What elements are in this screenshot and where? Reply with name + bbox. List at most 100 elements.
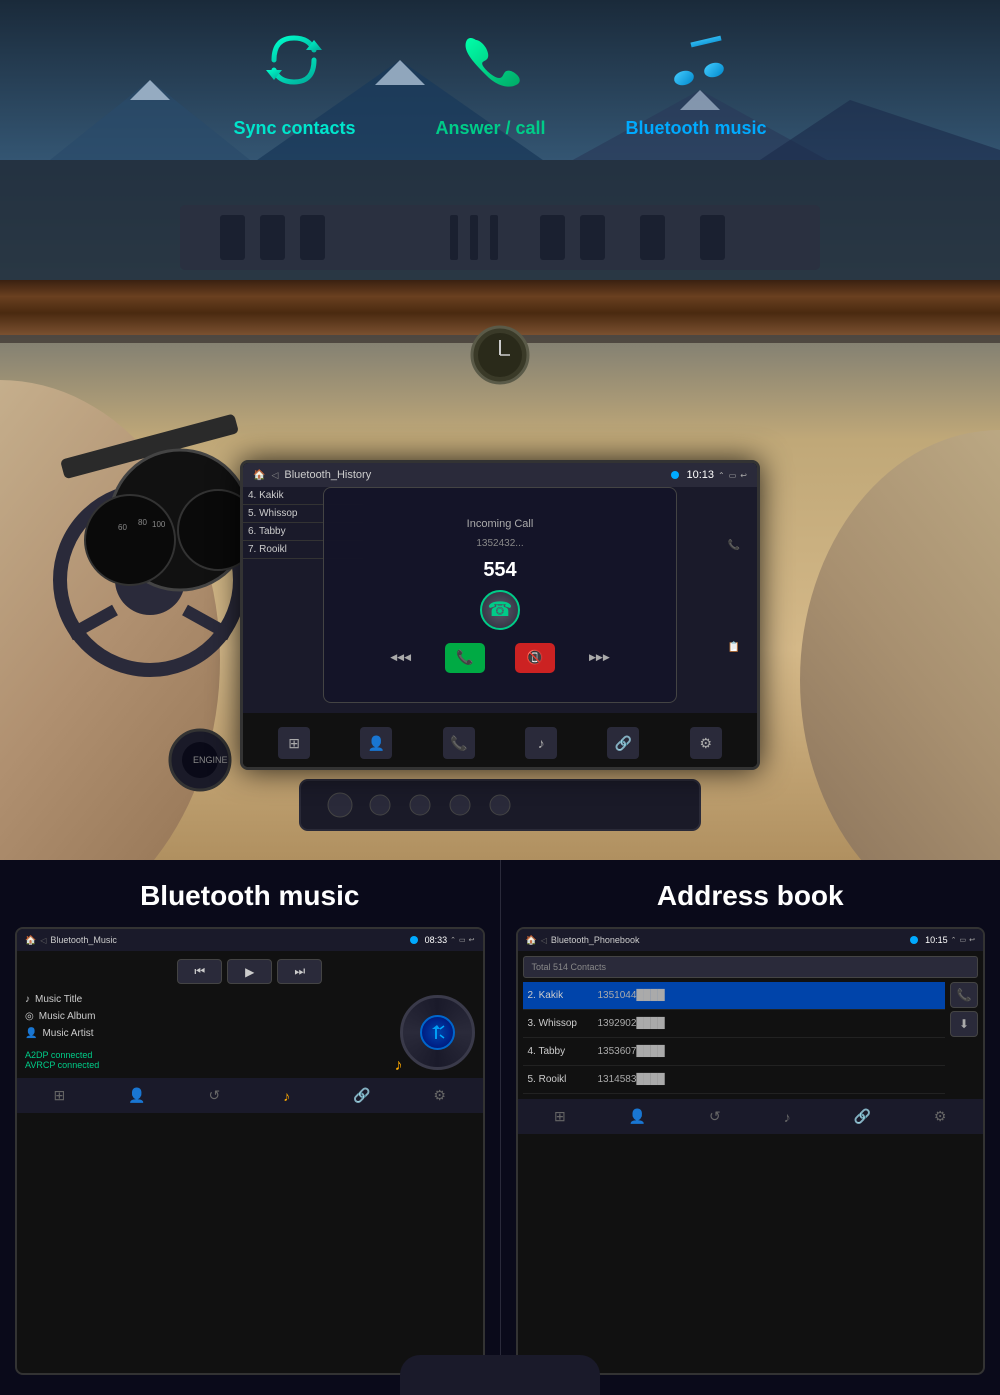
contact-row-5[interactable]: 5. Rooikl 1314583████ <box>523 1066 946 1094</box>
sync-contacts-feature: Sync contacts <box>233 20 355 139</box>
contacts-count-text: Total 514 Contacts <box>532 962 607 972</box>
addr-status-bar: 🏠 ◁ Bluetooth_Phonebook 10:15 ⌃ ▭ ↩ <box>518 929 984 951</box>
answer-call-label: Answer / call <box>435 118 545 139</box>
swipe-left-hint: ◀◀◀ <box>390 652 411 663</box>
contact-action-buttons: 📞 ⬇ <box>950 982 978 1094</box>
contact-number-2: 1351044████ <box>598 990 941 1001</box>
transport-controls: ⏮ ▶ ⏭ <box>25 959 475 984</box>
addr-mode: ▭ <box>960 936 967 944</box>
hu-link-btn[interactable]: 🔗 <box>607 727 639 759</box>
hu-settings-btn[interactable]: ⚙ <box>690 727 722 759</box>
screen-bt-icon: ◁ <box>271 470 278 481</box>
side-icon-2: 📋 <box>728 642 740 653</box>
svg-text:80: 80 <box>138 518 147 527</box>
screen-back-icon: ↩ <box>740 471 747 480</box>
play-pause-btn[interactable]: ▶ <box>227 959 272 984</box>
contacts-container: 2. Kakik 1351044████ 3. Whissop 1392902█… <box>523 982 979 1094</box>
car-screen: 🏠 ◁ Bluetooth_History 10:13 ⌃ ▭ ↩ 4. Kak… <box>243 463 757 713</box>
call-contact-icon: 📞 <box>957 988 972 1002</box>
prev-icon: ⏮ <box>194 964 205 979</box>
svg-text:100: 100 <box>152 520 166 529</box>
bt-music-home-icon: 🏠 <box>25 935 36 946</box>
music-info-row: ♪ Music Title ◎ Music Album 👤 Music Arti… <box>25 994 475 1070</box>
nav-link-icon[interactable]: 🔗 <box>353 1087 370 1104</box>
contacts-search[interactable]: Total 514 Contacts <box>523 956 979 978</box>
contact-row-2[interactable]: 2. Kakik 1351044████ <box>523 982 946 1010</box>
bottom-bump <box>400 1355 600 1395</box>
addr-nav-link[interactable]: 🔗 <box>854 1108 871 1125</box>
call-action-buttons: ◀◀◀ 📞 📵 ▶▶▶ <box>390 643 610 673</box>
addr-back: ↩ <box>969 936 975 944</box>
music-album-item: ◎ Music Album <box>25 1011 99 1022</box>
contact-name-4: 4. Tabby <box>528 1046 598 1057</box>
call-contact-btn[interactable]: 📞 <box>950 982 978 1008</box>
contact-name-5: 5. Rooikl <box>528 1074 598 1085</box>
side-icon-1: 📞 <box>728 540 740 551</box>
bt-music-nav-bar: ⊞ 👤 ↺ ♪ 🔗 ⚙ <box>17 1078 483 1113</box>
music-artist-item: 👤 Music Artist <box>25 1028 99 1039</box>
music-icon <box>656 20 736 110</box>
sync-icon <box>254 20 334 110</box>
addr-home-icon: 🏠 <box>526 935 537 946</box>
sync-contacts-label: Sync contacts <box>233 118 355 139</box>
feature-icons-container: Sync contacts Answer / call <box>0 20 1000 139</box>
music-artist-text: Music Artist <box>42 1028 93 1039</box>
hu-phone-btn[interactable]: 📞 <box>443 727 475 759</box>
nav-person-icon[interactable]: 👤 <box>128 1087 145 1104</box>
addr-nav-settings[interactable]: ⚙ <box>934 1108 947 1125</box>
contact-name-3: 3. Whissop <box>528 1018 598 1029</box>
bt-music-mode: ▭ <box>459 936 466 944</box>
album-icon: ◎ <box>25 1011 34 1022</box>
bt-status-dot <box>671 471 679 479</box>
bt-music-content: ⏮ ▶ ⏭ ♪ Music Title <box>17 951 483 1078</box>
download-contact-icon: ⬇ <box>959 1017 969 1031</box>
a2dp-status: A2DP connected <box>25 1050 99 1060</box>
next-track-btn[interactable]: ⏭ <box>277 959 322 984</box>
address-book-panel: Address book 🏠 ◁ Bluetooth_Phonebook 10:… <box>501 860 1000 1395</box>
address-book-screen: 🏠 ◁ Bluetooth_Phonebook 10:15 ⌃ ▭ ↩ Tota… <box>516 927 986 1375</box>
hu-music-btn[interactable]: ♪ <box>525 727 557 759</box>
note-icon: ♪ <box>25 994 30 1005</box>
bt-music-screen-title: Bluetooth_Music <box>50 935 117 945</box>
contact-number-3: 1392902████ <box>598 1018 941 1029</box>
screen-side-nav: 📞 📋 <box>719 489 749 703</box>
reject-call-button[interactable]: 📵 <box>515 643 555 673</box>
prev-track-btn[interactable]: ⏮ <box>177 959 222 984</box>
hu-grid-btn[interactable]: ⊞ <box>278 727 310 759</box>
music-title-item: ♪ Music Title <box>25 994 99 1005</box>
avrcp-status: AVRCP connected <box>25 1060 99 1070</box>
bt-music-status-bar: 🏠 ◁ Bluetooth_Music 08:33 ⌃ ▭ ↩ <box>17 929 483 951</box>
addr-screen-title: Bluetooth_Phonebook <box>551 935 640 945</box>
screen-home-icon: 🏠 <box>253 470 265 481</box>
address-content: Total 514 Contacts 2. Kakik 1351044████ … <box>518 951 984 1099</box>
incoming-call-label: Incoming Call <box>467 518 534 530</box>
contact-row-3[interactable]: 3. Whissop 1392902████ <box>523 1010 946 1038</box>
addr-nav-music[interactable]: ♪ <box>784 1109 791 1125</box>
hu-person-btn[interactable]: 👤 <box>360 727 392 759</box>
bt-music-expand: ⌃ <box>450 936 456 944</box>
download-contact-btn[interactable]: ⬇ <box>950 1011 978 1037</box>
bt-music-panel-title: Bluetooth music <box>15 880 485 912</box>
bt-music-arrow-icon: ◁ <box>40 936 46 945</box>
play-icon: ▶ <box>245 965 254 979</box>
accept-call-button[interactable]: 📞 <box>445 643 485 673</box>
bt-music-time: 08:33 <box>425 935 448 945</box>
bt-music-dot <box>410 936 418 944</box>
nav-settings-icon[interactable]: ⚙ <box>433 1087 446 1104</box>
addr-nav-grid[interactable]: ⊞ <box>554 1108 566 1125</box>
nav-refresh-icon[interactable]: ↺ <box>208 1087 220 1104</box>
addr-expand: ⌃ <box>951 936 957 944</box>
nav-grid-icon[interactable]: ⊞ <box>53 1087 65 1104</box>
float-note-icon: ♪ <box>395 1057 403 1075</box>
nav-music-icon[interactable]: ♪ <box>283 1088 290 1104</box>
music-album-text: Music Album <box>39 1011 96 1022</box>
contact-row-4[interactable]: 4. Tabby 1353607████ <box>523 1038 946 1066</box>
addr-nav-refresh[interactable]: ↺ <box>709 1108 721 1125</box>
addr-arrow-icon: ◁ <box>541 936 547 945</box>
bluetooth-music-label: Bluetooth music <box>626 118 767 139</box>
screen-title: Bluetooth_History <box>284 469 371 481</box>
bluetooth-music-feature: Bluetooth music <box>626 20 767 139</box>
addr-nav-person[interactable]: 👤 <box>629 1108 646 1125</box>
car-section: Sync contacts Answer / call <box>0 0 1000 860</box>
addr-nav-bar: ⊞ 👤 ↺ ♪ 🔗 ⚙ <box>518 1099 984 1134</box>
